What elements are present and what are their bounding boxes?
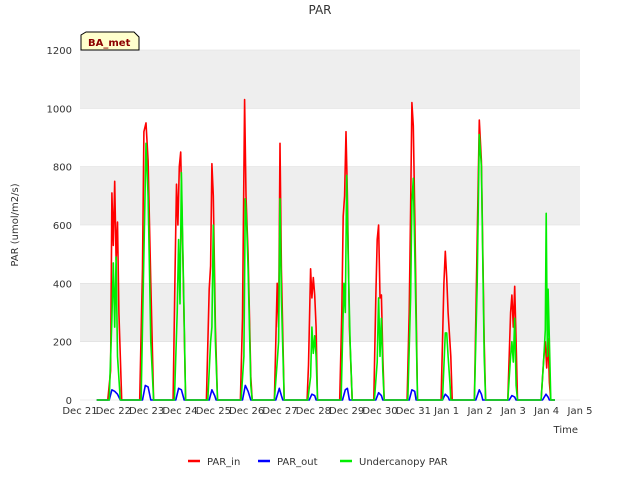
plot-band bbox=[80, 166, 580, 225]
par-chart: PAR 020040060080010001200 Dec 21Dec 22De… bbox=[10, 3, 592, 468]
x-tick-label: Dec 21 bbox=[62, 406, 97, 417]
y-tick-label: 400 bbox=[53, 279, 72, 290]
y-tick-label: 800 bbox=[53, 163, 72, 174]
x-tick-label: Dec 31 bbox=[396, 406, 431, 417]
x-tick-label: Jan 4 bbox=[533, 406, 559, 417]
x-axis-label: Time bbox=[553, 425, 578, 436]
legend: PAR_in PAR_out Undercanopy PAR bbox=[188, 457, 448, 468]
x-tick-label: Dec 26 bbox=[229, 406, 264, 417]
x-tick-label: Dec 27 bbox=[262, 406, 297, 417]
y-tick-label: 200 bbox=[53, 338, 72, 349]
plot-band bbox=[80, 50, 580, 109]
plot-band bbox=[80, 283, 580, 342]
x-tick-label: Jan 1 bbox=[433, 406, 459, 417]
plot-bands bbox=[80, 50, 580, 342]
legend-label: Undercanopy PAR bbox=[359, 457, 448, 468]
y-tick-label: 600 bbox=[53, 221, 72, 232]
y-axis-ticks: 020040060080010001200 bbox=[47, 46, 72, 407]
legend-label: PAR_in bbox=[207, 457, 240, 468]
y-tick-label: 1000 bbox=[47, 104, 72, 115]
x-tick-label: Jan 3 bbox=[500, 406, 526, 417]
x-tick-label: Jan 2 bbox=[467, 406, 493, 417]
x-tick-label: Dec 22 bbox=[96, 406, 131, 417]
x-tick-label: Dec 24 bbox=[162, 406, 197, 417]
y-axis-label: PAR (umol/m2/s) bbox=[10, 183, 21, 266]
x-tick-label: Dec 23 bbox=[129, 406, 164, 417]
x-tick-label: Dec 29 bbox=[329, 406, 364, 417]
x-tick-label: Jan 5 bbox=[567, 406, 593, 417]
legend-label: PAR_out bbox=[277, 457, 318, 468]
chart-title: PAR bbox=[308, 3, 331, 17]
site-badge: BA_met bbox=[80, 31, 140, 51]
x-tick-label: Dec 25 bbox=[196, 406, 231, 417]
x-tick-label: Dec 30 bbox=[362, 406, 397, 417]
x-axis-ticks: Dec 21Dec 22Dec 23Dec 24Dec 25Dec 26Dec … bbox=[62, 406, 592, 417]
y-tick-label: 1200 bbox=[47, 46, 72, 57]
x-tick-label: Dec 28 bbox=[296, 406, 331, 417]
badge-label: BA_met bbox=[88, 38, 131, 49]
